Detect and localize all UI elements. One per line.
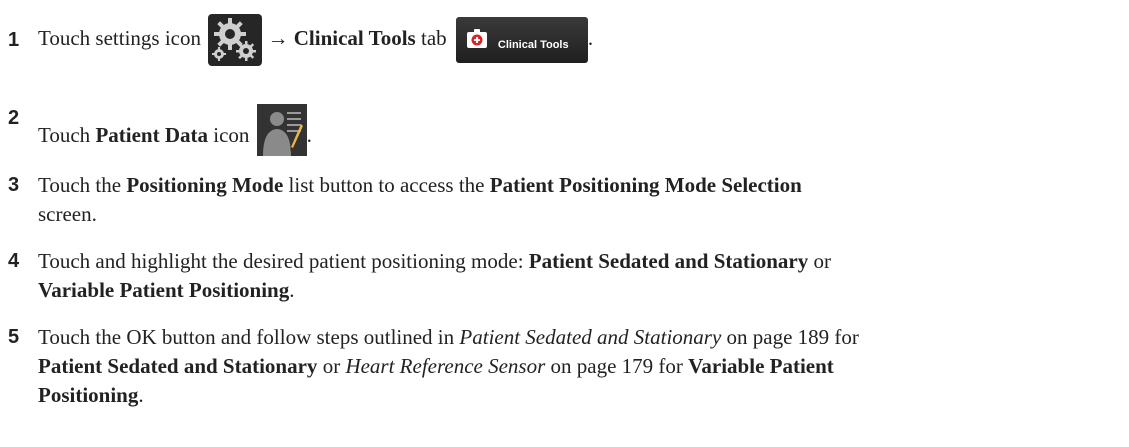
step-text: Touch the Positioning Mode list button t… [38,173,802,226]
step-number: 5 [8,326,20,348]
patient-data-icon [256,104,307,156]
medical-kit-icon [466,29,487,48]
step-text: Touch Patient Data icon . [38,104,1111,156]
settings-gear-icon [208,14,263,66]
step-text: Touch and highlight the desired patient … [38,249,831,302]
step-text: Touch settings icon → Clinical Tools tab… [38,14,1111,66]
step-text: Touch the OK button and follow steps out… [38,325,859,407]
clinical-tools-tab-label: Clinical Tools [497,39,569,51]
step-number: 3 [8,174,20,196]
step-number: 1 [8,29,20,51]
step-number: 4 [8,250,20,272]
step-number: 2 [8,107,20,129]
instruction-steps: 1 Touch settings icon → Clinical Tools t… [0,0,1129,447]
clinical-tools-tab-image: Clinical Tools [455,17,588,63]
